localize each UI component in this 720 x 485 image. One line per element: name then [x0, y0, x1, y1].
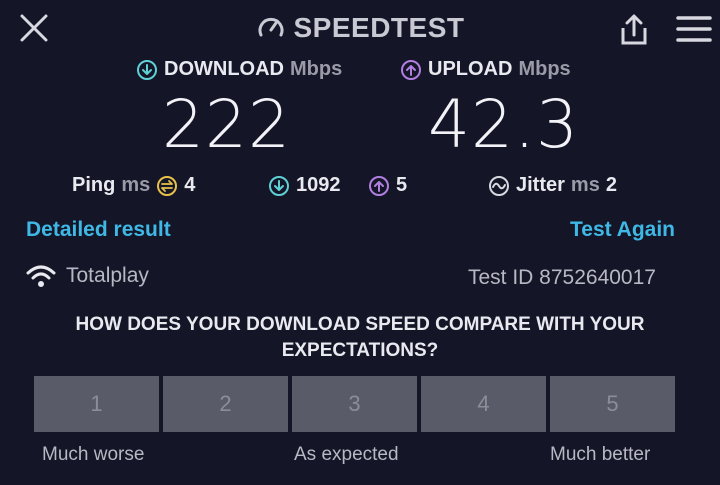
app-title: SPEEDTEST [0, 12, 720, 50]
upload-label: UPLOAD Mbps [400, 58, 571, 81]
upload-arrow-icon [400, 59, 422, 81]
jitter-icon [488, 175, 510, 197]
upload-unit: Mbps [518, 58, 571, 80]
rating-option-3[interactable]: 3 [292, 376, 417, 432]
survey-question: HOW DOES YOUR DOWNLOAD SPEED COMPARE WIT… [75, 314, 645, 361]
download-latency-value: 1092 [296, 174, 341, 196]
download-unit: Mbps [289, 58, 343, 80]
scale-label-expected: As expected [294, 444, 399, 465]
ping-unit: ms [121, 174, 151, 196]
rating-option-2[interactable]: 2 [163, 376, 288, 432]
jitter-label: Jitter [516, 174, 565, 196]
upload-latency-value: 5 [396, 174, 408, 196]
jitter-unit: ms [570, 174, 600, 196]
download-label: DOWNLOAD Mbps [136, 58, 342, 81]
upload-speed-value: 42.3 [428, 86, 579, 163]
test-again-link[interactable]: Test Again [570, 218, 675, 242]
download-latency-icon [268, 175, 290, 197]
ping-value: 4 [184, 174, 196, 196]
menu-icon[interactable] [676, 14, 712, 44]
upload-latency-icon [368, 175, 390, 197]
brand-label: SPEEDTEST [293, 12, 465, 43]
isp-name: Totalplay [66, 264, 149, 287]
upload-title: UPLOAD [428, 58, 513, 80]
rating-option-4[interactable]: 4 [421, 376, 546, 432]
upload-latency-stat: 5 [368, 174, 407, 197]
test-id: Test ID 8752640017 [468, 266, 656, 289]
share-icon[interactable] [616, 12, 652, 48]
scale-label-better: Much better [550, 444, 651, 465]
download-latency-stat: 1092 [268, 174, 341, 197]
isp-info: Totalplay [26, 264, 149, 288]
ping-icon [156, 175, 178, 197]
jitter-value: 2 [605, 174, 617, 196]
download-arrow-icon [136, 59, 158, 81]
ping-label: Ping [72, 174, 116, 196]
rating-buttons: 1 2 3 4 5 [34, 376, 675, 432]
scale-label-worse: Much worse [42, 444, 145, 465]
detailed-result-link[interactable]: Detailed result [26, 218, 171, 242]
speedometer-icon [256, 13, 286, 43]
rating-option-5[interactable]: 5 [550, 376, 675, 432]
rating-option-1[interactable]: 1 [34, 376, 159, 432]
jitter-stat: Jitter ms 2 [488, 174, 617, 197]
wifi-icon [26, 264, 56, 288]
download-speed-value: 222 [162, 86, 291, 163]
ping-stat: Ping ms 4 [72, 174, 195, 197]
download-title: DOWNLOAD [164, 58, 284, 80]
